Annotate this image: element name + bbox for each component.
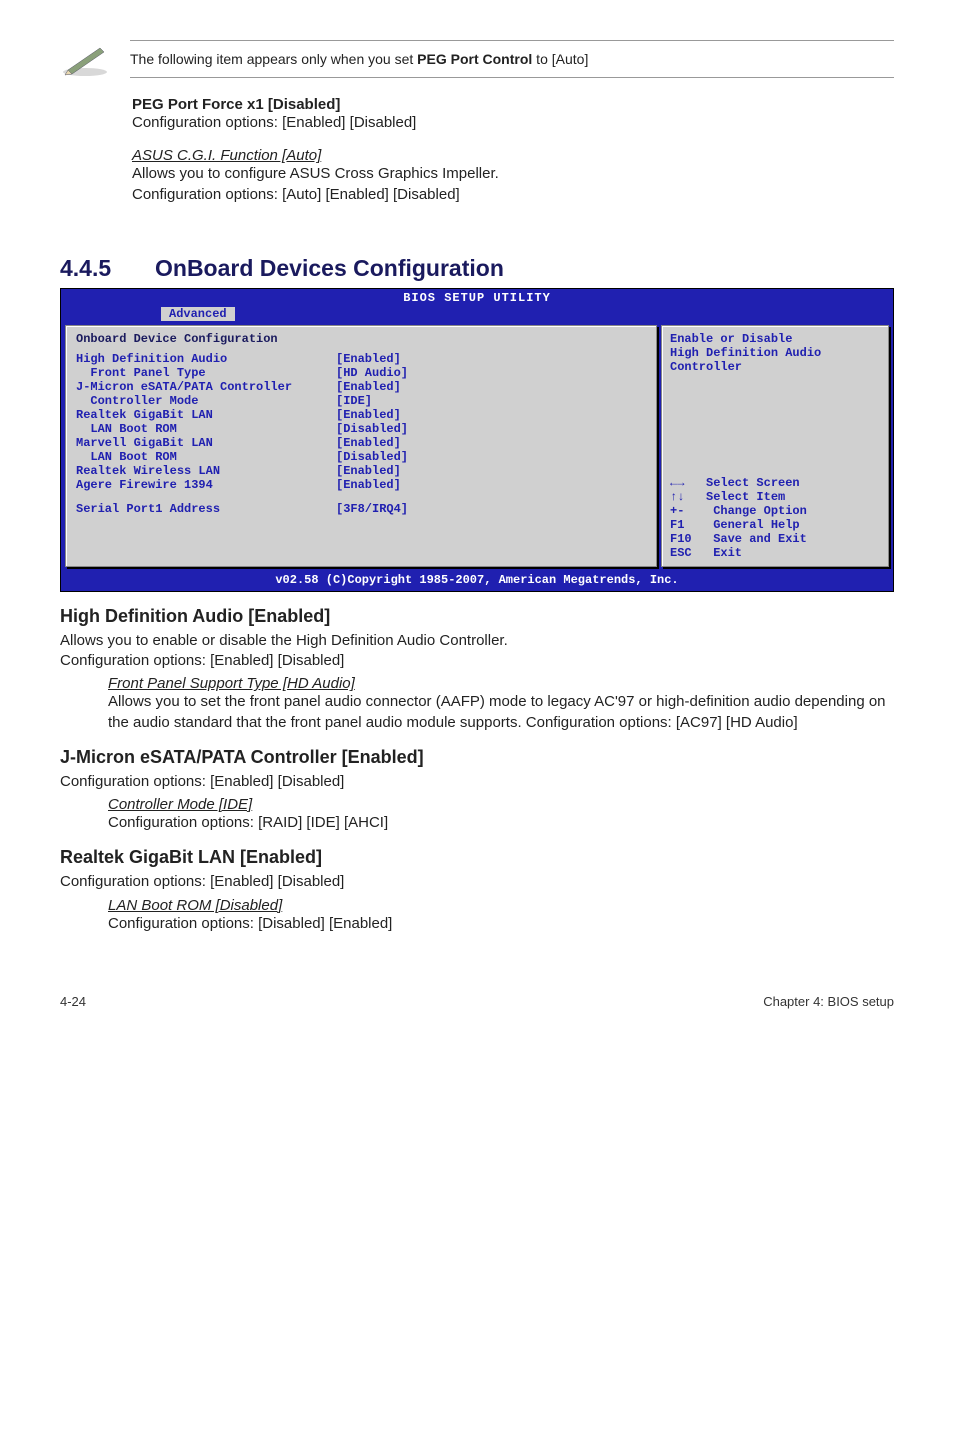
jmicron-sub-body: Configuration options: [RAID] [IDE] [AHC…	[108, 813, 894, 833]
hd-audio-sub-title: Front Panel Support Type [HD Audio]	[108, 675, 894, 692]
realtek-sub-title: LAN Boot ROM [Disabled]	[108, 897, 894, 914]
hd-audio-sub-body: Allows you to set the front panel audio …	[108, 692, 894, 733]
bios-panel: BIOS SETUP UTILITY Advanced Onboard Devi…	[60, 288, 894, 592]
asus-cgi-line1: Allows you to configure ASUS Cross Graph…	[132, 164, 894, 184]
bios-value: [HD Audio]	[336, 366, 408, 380]
realtek-title: Realtek GigaBit LAN [Enabled]	[60, 847, 894, 868]
bios-tab-advanced[interactable]: Advanced	[161, 307, 235, 321]
realtek-sub: LAN Boot ROM [Disabled] Configuration op…	[108, 897, 894, 934]
bios-key: Serial Port1 Address	[76, 502, 336, 516]
jmicron-line1: Configuration options: [Enabled] [Disabl…	[60, 772, 894, 792]
note-text: The following item appears only when you…	[130, 40, 894, 78]
pencil-icon	[60, 42, 110, 77]
bios-row[interactable]: Realtek GigaBit LAN[Enabled]	[76, 408, 646, 422]
section-num: 4.4.5	[60, 255, 155, 282]
bios-nav-row: ↑↓ Select Item	[670, 490, 880, 504]
section-title: OnBoard Devices Configuration	[155, 255, 504, 281]
bios-row[interactable]: Realtek Wireless LAN[Enabled]	[76, 464, 646, 478]
bios-value: [Enabled]	[336, 380, 401, 394]
bios-row[interactable]: Front Panel Type[HD Audio]	[76, 366, 646, 380]
peg-force-block: PEG Port Force x1 [Disabled] Configurati…	[132, 96, 894, 133]
bios-help-line1: Enable or Disable	[670, 332, 880, 346]
jmicron-sub: Controller Mode [IDE] Configuration opti…	[108, 796, 894, 833]
peg-force-title: PEG Port Force x1 [Disabled]	[132, 96, 894, 113]
bios-row[interactable]: LAN Boot ROM[Disabled]	[76, 422, 646, 436]
bios-key: High Definition Audio	[76, 352, 336, 366]
realtek-sub-body: Configuration options: [Disabled] [Enabl…	[108, 914, 894, 934]
page-footer: 4-24 Chapter 4: BIOS setup	[60, 994, 894, 1009]
bios-value: [Enabled]	[336, 408, 401, 422]
bios-right-panel: Enable or Disable High Definition Audio …	[661, 325, 889, 567]
bios-key: Controller Mode	[76, 394, 336, 408]
realtek-line1: Configuration options: [Enabled] [Disabl…	[60, 872, 894, 892]
note-text-before: The following item appears only when you…	[130, 51, 417, 67]
asus-cgi-line2: Configuration options: [Auto] [Enabled] …	[132, 185, 894, 205]
bios-row[interactable]: LAN Boot ROM[Disabled]	[76, 450, 646, 464]
hd-audio-line1: Allows you to enable or disable the High…	[60, 631, 894, 651]
bios-key: Realtek GigaBit LAN	[76, 408, 336, 422]
bios-value: [Enabled]	[336, 478, 401, 492]
bios-key: LAN Boot ROM	[76, 450, 336, 464]
bios-key: Agere Firewire 1394	[76, 478, 336, 492]
note-box: The following item appears only when you…	[60, 40, 894, 78]
hd-audio-title: High Definition Audio [Enabled]	[60, 606, 894, 627]
bios-help-line3: Controller	[670, 360, 880, 374]
bios-value: [Enabled]	[336, 352, 401, 366]
bios-value: [Enabled]	[336, 436, 401, 450]
bios-key: J-Micron eSATA/PATA Controller	[76, 380, 336, 394]
bios-footer: v02.58 (C)Copyright 1985-2007, American …	[61, 571, 893, 591]
footer-chapter: Chapter 4: BIOS setup	[763, 994, 894, 1009]
bios-title: BIOS SETUP UTILITY	[61, 289, 893, 307]
bios-key: Realtek Wireless LAN	[76, 464, 336, 478]
bios-help-line2: High Definition Audio	[670, 346, 880, 360]
note-text-after: to [Auto]	[532, 51, 588, 67]
asus-cgi-title: ASUS C.G.I. Function [Auto]	[132, 147, 894, 164]
bios-row[interactable]: High Definition Audio[Enabled]	[76, 352, 646, 366]
bios-nav-row: +- Change Option	[670, 504, 880, 518]
bios-row[interactable]: Marvell GigaBit LAN[Enabled]	[76, 436, 646, 450]
bios-nav-row: ESC Exit	[670, 546, 880, 560]
bios-key: LAN Boot ROM	[76, 422, 336, 436]
jmicron-title: J-Micron eSATA/PATA Controller [Enabled]	[60, 747, 894, 768]
bios-key: Front Panel Type	[76, 366, 336, 380]
bios-nav-row: F1 General Help	[670, 518, 880, 532]
bios-key: Marvell GigaBit LAN	[76, 436, 336, 450]
bios-value: [IDE]	[336, 394, 372, 408]
footer-page-num: 4-24	[60, 994, 86, 1009]
bios-value: [Disabled]	[336, 450, 408, 464]
bios-left-panel: Onboard Device Configuration High Defini…	[65, 325, 657, 567]
note-bold: PEG Port Control	[417, 51, 532, 67]
peg-force-body: Configuration options: [Enabled] [Disabl…	[132, 113, 894, 133]
bios-nav-row: F10 Save and Exit	[670, 532, 880, 546]
hd-audio-line2: Configuration options: [Enabled] [Disabl…	[60, 651, 894, 671]
bios-value: [Disabled]	[336, 422, 408, 436]
bios-nav-row: ←→ Select Screen	[670, 476, 880, 490]
bios-row[interactable]: J-Micron eSATA/PATA Controller[Enabled]	[76, 380, 646, 394]
bios-panel-title: Onboard Device Configuration	[76, 332, 646, 346]
bios-row-serial[interactable]: Serial Port1 Address [3F8/IRQ4]	[76, 502, 646, 516]
bios-row[interactable]: Agere Firewire 1394[Enabled]	[76, 478, 646, 492]
hd-audio-sub: Front Panel Support Type [HD Audio] Allo…	[108, 675, 894, 733]
asus-cgi-block: ASUS C.G.I. Function [Auto] Allows you t…	[132, 147, 894, 205]
jmicron-sub-title: Controller Mode [IDE]	[108, 796, 894, 813]
bios-row[interactable]: Controller Mode[IDE]	[76, 394, 646, 408]
section-heading: 4.4.5OnBoard Devices Configuration	[60, 255, 894, 282]
bios-value: [Enabled]	[336, 464, 401, 478]
bios-value: [3F8/IRQ4]	[336, 502, 408, 516]
